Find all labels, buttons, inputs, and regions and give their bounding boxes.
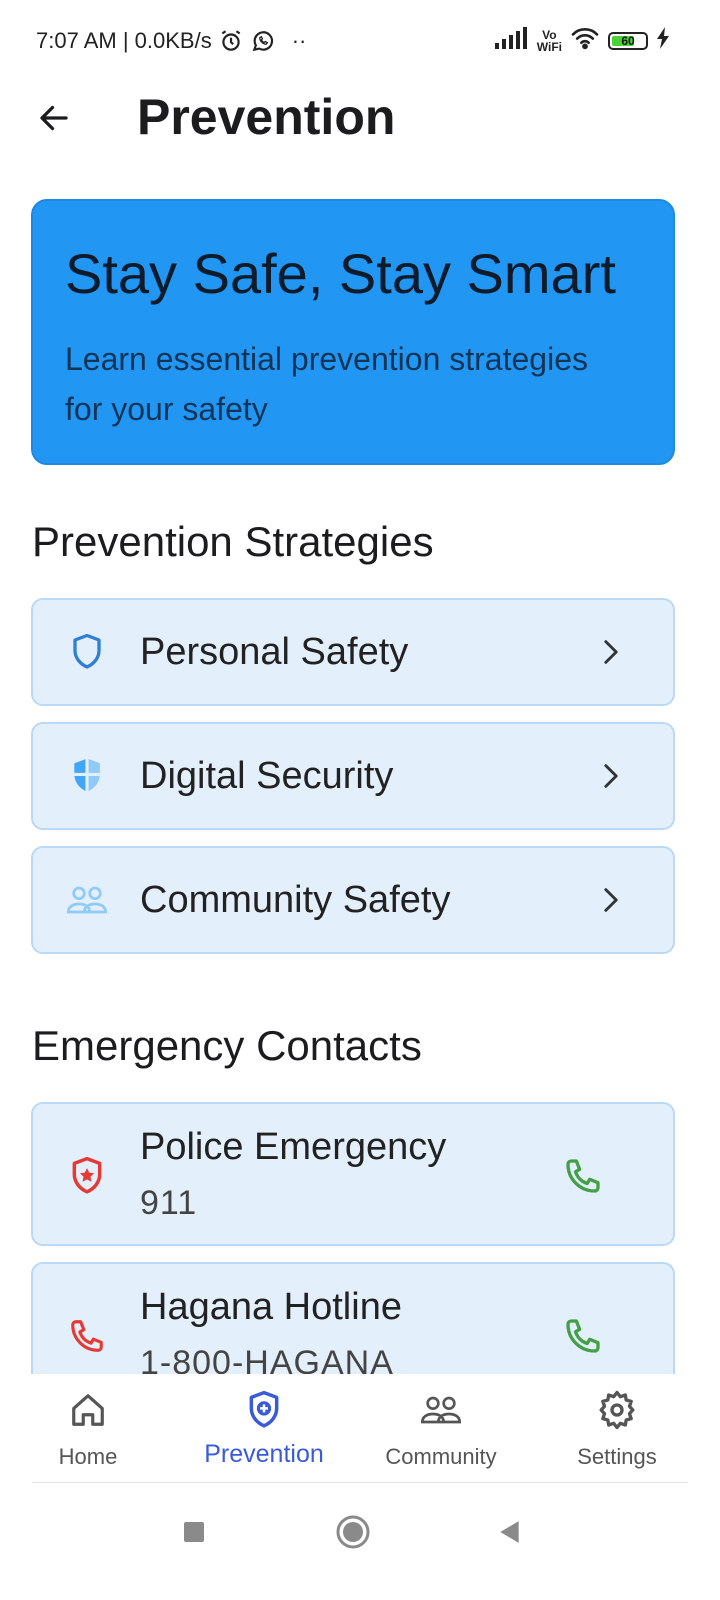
status-left: 7:07 AM | 0.0KB/s ·· <box>36 28 306 54</box>
contact-card-police[interactable]: Police Emergency 911 <box>31 1102 675 1246</box>
contact-name: Police Emergency <box>140 1126 447 1168</box>
signal-icon <box>494 27 529 54</box>
status-bar: 7:07 AM | 0.0KB/s ·· Vo WiFi 60 <box>0 0 720 80</box>
strategy-label: Community Safety <box>140 878 451 921</box>
hero-subtitle: Learn essential prevention strategies fo… <box>65 341 588 427</box>
circle-icon <box>336 1515 370 1549</box>
back-system-button[interactable] <box>488 1510 532 1554</box>
arrow-left-icon <box>40 105 68 131</box>
police-badge-icon <box>67 1156 107 1196</box>
strategy-label: Digital Security <box>140 754 394 797</box>
nav-item-settings[interactable]: Settings <box>529 1374 705 1484</box>
triangle-back-icon <box>500 1521 519 1543</box>
vowifi-top: Vo <box>542 27 557 42</box>
phone-icon <box>566 1319 600 1353</box>
strategy-card-personal-safety[interactable]: Personal Safety <box>31 598 675 706</box>
hero-title: Stay Safe, Stay Smart <box>65 242 616 305</box>
strategy-card-community-safety[interactable]: Community Safety <box>31 846 675 954</box>
nav-item-community[interactable]: Community <box>353 1374 529 1484</box>
call-button[interactable] <box>563 1156 603 1196</box>
nav-item-home[interactable]: Home <box>0 1374 176 1484</box>
shield-half-icon <box>67 756 107 796</box>
nav-item-prevention[interactable]: Prevention <box>176 1374 352 1484</box>
back-button[interactable] <box>30 94 78 142</box>
shield-outline-icon <box>67 632 107 672</box>
nav-divider <box>32 1482 688 1483</box>
home-icon <box>68 1390 108 1430</box>
status-right: Vo WiFi 60 <box>494 26 670 55</box>
vowifi-bottom: WiFi <box>536 39 562 54</box>
shield-plus-icon <box>244 1390 284 1430</box>
battery-indicator: 60 <box>608 31 648 50</box>
nav-label: Community <box>385 1444 497 1469</box>
wifi-icon <box>570 26 600 55</box>
status-time-speed: 7:07 AM | 0.0KB/s <box>36 28 212 53</box>
app-bar: Prevention <box>0 80 720 156</box>
system-navigation-bar <box>0 1484 720 1600</box>
battery-percent: 60 <box>621 33 635 48</box>
charging-icon <box>656 27 670 54</box>
chevron-right-icon <box>597 762 625 790</box>
contact-number: 911 <box>140 1184 198 1222</box>
bottom-navigation: Home Prevention Community Settings <box>0 1374 720 1484</box>
phone-icon <box>67 1316 107 1356</box>
chevron-right-icon <box>597 638 625 666</box>
section-title-contacts: Emergency Contacts <box>32 1022 422 1069</box>
nav-label: Home <box>58 1444 118 1469</box>
nav-label: Settings <box>577 1444 657 1469</box>
strategy-card-digital-security[interactable]: Digital Security <box>31 722 675 830</box>
people-icon <box>421 1390 461 1430</box>
call-button[interactable] <box>563 1316 603 1356</box>
chevron-right-icon <box>597 886 625 914</box>
recent-apps-button[interactable] <box>172 1510 216 1554</box>
home-system-button[interactable] <box>331 1510 375 1554</box>
nav-label: Prevention <box>204 1440 324 1468</box>
strategy-label: Personal Safety <box>140 630 409 673</box>
phone-icon <box>566 1159 600 1193</box>
status-dots: ·· <box>291 28 307 53</box>
hero-banner: Stay Safe, Stay Smart Learn essential pr… <box>31 199 675 465</box>
gear-icon <box>597 1390 637 1430</box>
page-title: Prevention <box>137 89 396 145</box>
square-icon <box>184 1522 204 1542</box>
vowifi-indicator: Vo WiFi <box>537 29 562 53</box>
contact-name: Hagana Hotline <box>140 1286 402 1328</box>
people-icon <box>67 880 107 920</box>
alarm-icon <box>218 28 244 54</box>
whatsapp-icon <box>250 28 276 54</box>
section-title-strategies: Prevention Strategies <box>32 518 434 565</box>
